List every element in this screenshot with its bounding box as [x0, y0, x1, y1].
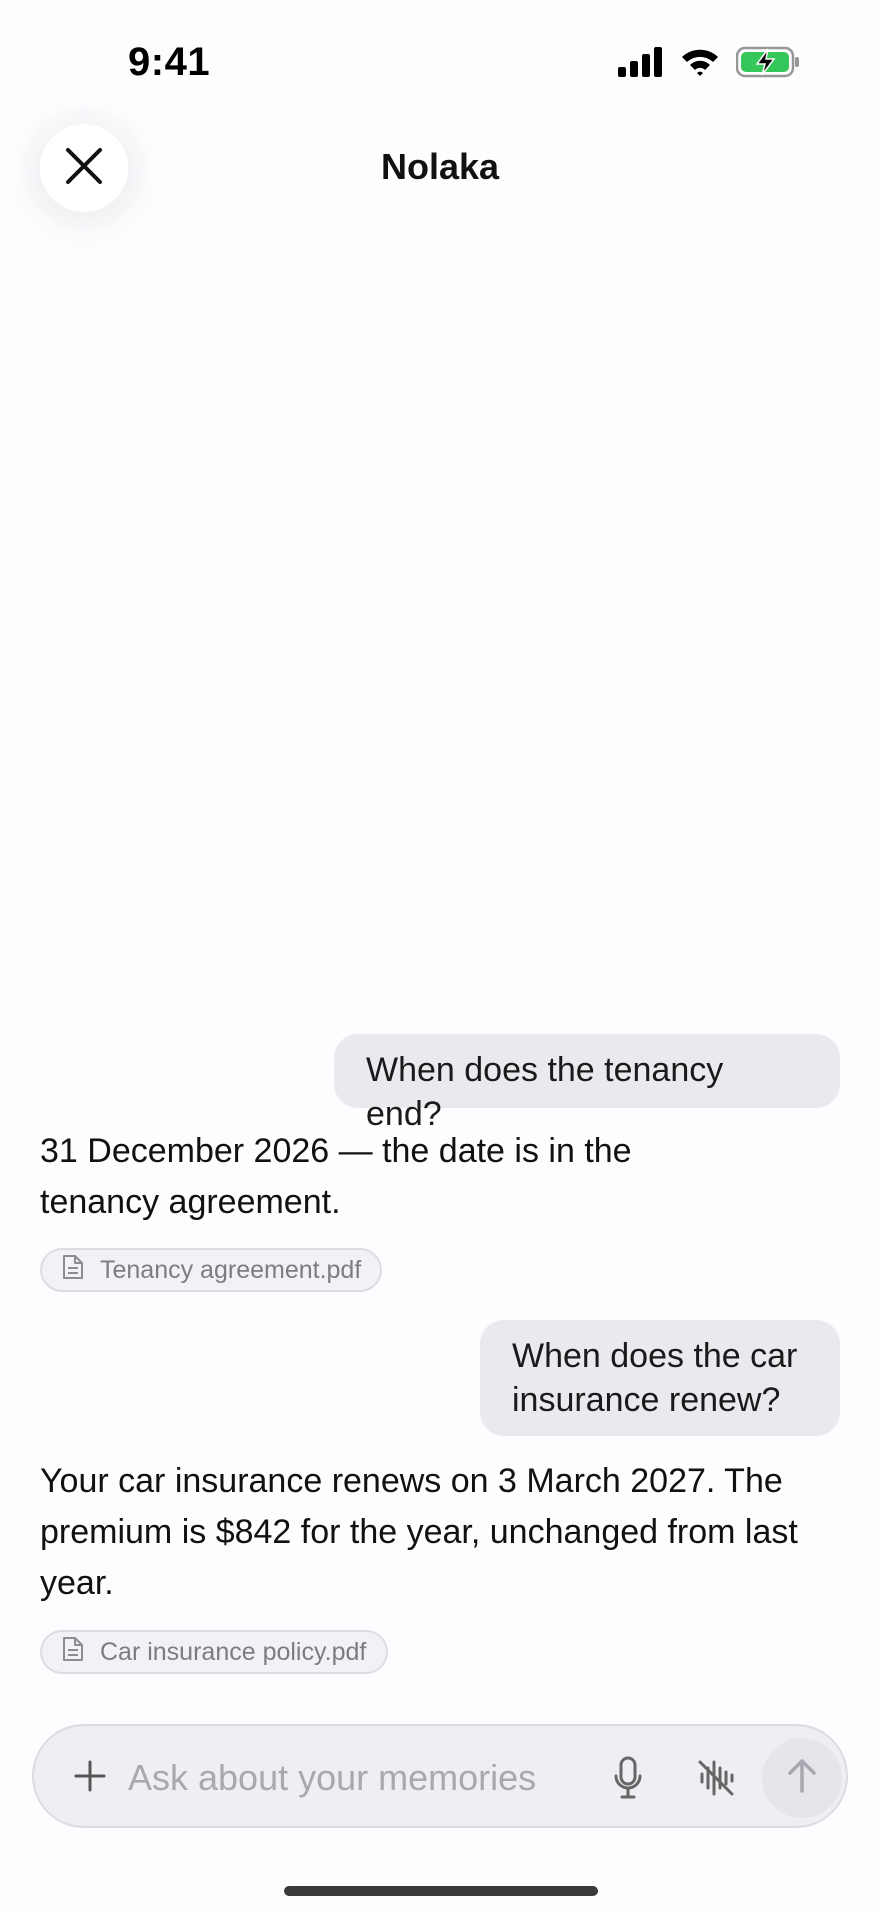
- wifi-icon: [680, 47, 720, 82]
- attachment-chip[interactable]: Tenancy agreement.pdf: [40, 1248, 382, 1292]
- signal-bars-icon: [618, 47, 664, 82]
- user-message: When does the car insurance renew?: [480, 1320, 840, 1436]
- home-indicator: [284, 1886, 598, 1896]
- page-title: Nolaka: [380, 146, 500, 187]
- battery-charging-icon: [735, 46, 800, 83]
- voice-mode-off-icon[interactable]: [688, 1750, 744, 1806]
- status-time: 9:41: [128, 40, 211, 84]
- document-icon: [62, 1254, 84, 1287]
- composer: [32, 1724, 848, 1828]
- send-button[interactable]: [762, 1738, 842, 1818]
- document-icon: [62, 1636, 84, 1669]
- status-icons: [618, 46, 800, 83]
- microphone-icon[interactable]: [600, 1750, 656, 1806]
- assistant-message: Your car insurance renews on 3 March 202…: [40, 1462, 798, 1602]
- plus-icon[interactable]: [70, 1756, 110, 1796]
- status-bar: 9:41: [0, 0, 880, 120]
- arrow-up-icon: [786, 1758, 818, 1799]
- attachment-name: Tenancy agreement.pdf: [100, 1255, 362, 1284]
- user-message: When does the tenancy end?: [334, 1034, 840, 1133]
- attachment-name: Car insurance policy.pdf: [100, 1637, 367, 1666]
- attachment-chip[interactable]: Car insurance policy.pdf: [40, 1630, 388, 1674]
- message-input[interactable]: [128, 1750, 588, 1806]
- assistant-message: 31 December 2026 — the date is in the te…: [40, 1132, 632, 1221]
